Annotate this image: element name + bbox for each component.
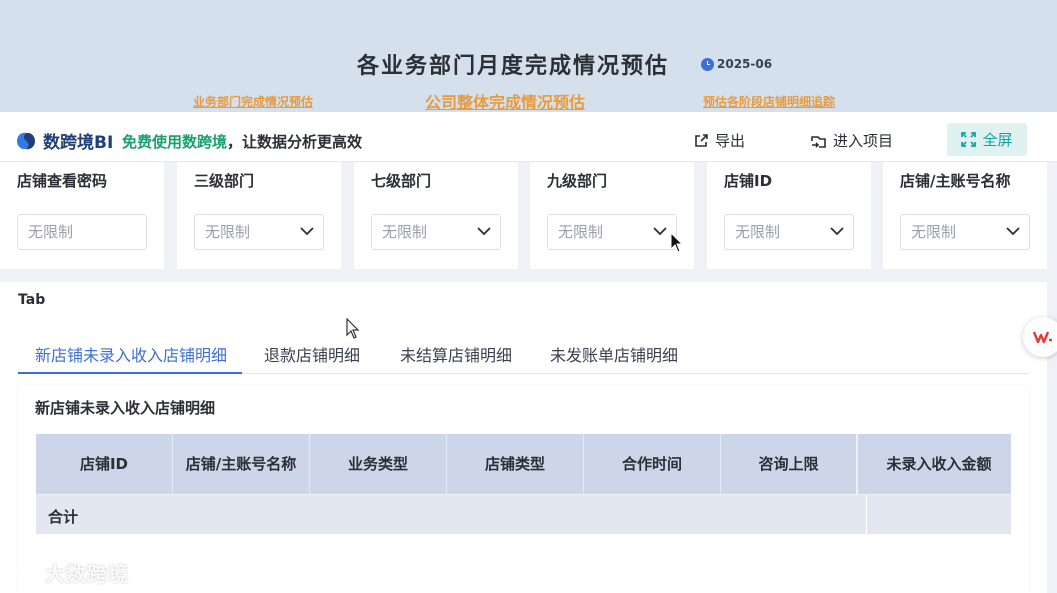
select-value: 无限制 (911, 223, 957, 241)
link-department-estimate[interactable]: 业务部门完成情况预估 (193, 93, 313, 110)
enter-project-button[interactable]: 进入项目 (810, 130, 893, 151)
filter-level7-department: 七级部门 无限制 (354, 162, 518, 269)
level7-department-select[interactable]: 无限制 (371, 214, 501, 250)
store-id-select[interactable]: 无限制 (724, 214, 854, 250)
filter-label: 九级部门 (547, 172, 608, 190)
video-watermark: 大数跨境 (9, 558, 129, 587)
filter-label: 七级部门 (371, 172, 432, 190)
column-header[interactable]: 合作时间 (584, 434, 721, 494)
detail-panel: 新店铺未录入收入店铺明细 店铺ID 店铺/主账号名称 业务类型 店铺类型 合作时… (18, 385, 1029, 593)
mouse-cursor-icon (670, 232, 684, 253)
filter-store-account-name: 店铺/主账号名称 无限制 (883, 162, 1047, 269)
watermark-text: 大数跨境 (45, 562, 129, 586)
select-value: 无限制 (558, 223, 604, 241)
wps-icon (1033, 331, 1052, 344)
tab-container: Tab 新店铺未录入收入店铺明细 退款店铺明细 未结算店铺明细 未发账单店铺明细… (0, 282, 1047, 593)
fullscreen-icon (961, 132, 977, 147)
logo-text: 数跨境BI (43, 133, 114, 153)
enter-project-label: 进入项目 (833, 132, 894, 150)
filter-store-id: 店铺ID 无限制 (707, 162, 871, 269)
column-header[interactable]: 店铺ID (36, 434, 173, 494)
table-header-row: 店铺ID 店铺/主账号名称 业务类型 店铺类型 合作时间 咨询上限 未录入收入金… (36, 434, 1011, 494)
filter-label: 三级部门 (194, 172, 255, 190)
enter-project-icon (811, 135, 826, 148)
chevron-down-icon (653, 227, 667, 236)
level9-department-select[interactable]: 无限制 (547, 214, 677, 250)
active-tab-indicator (18, 372, 242, 374)
column-header[interactable]: 店铺类型 (447, 434, 584, 494)
tab-unsettled-stores[interactable]: 未结算店铺明细 (400, 342, 512, 366)
panel-title: 新店铺未录入收入店铺明细 (35, 399, 216, 417)
date-value: 2025-06 (717, 57, 773, 71)
chevron-down-icon (477, 227, 491, 236)
watermark-logo-icon (9, 563, 45, 582)
report-date: 2025-06 (701, 57, 772, 71)
chevron-down-icon (300, 227, 314, 236)
chevron-down-icon (830, 227, 844, 236)
tab-new-store-unrecorded[interactable]: 新店铺未录入收入店铺明细 (35, 342, 227, 366)
fullscreen-label: 全屏 (982, 131, 1013, 149)
level3-department-select[interactable]: 无限制 (194, 214, 324, 250)
promo-text[interactable]: 免费使用数跨境，让数据分析更高效 (122, 131, 362, 152)
column-header[interactable]: 业务类型 (310, 434, 447, 494)
promo-rest: ，让数据分析更高效 (227, 133, 363, 151)
fullscreen-button[interactable]: 全屏 (947, 123, 1027, 156)
select-value: 无限制 (735, 223, 781, 241)
select-value: 无限制 (205, 223, 251, 241)
select-value: 无限制 (382, 223, 428, 241)
column-header[interactable]: 未录入收入金额 (867, 434, 1011, 494)
filter-level3-department: 三级部门 无限制 (177, 162, 341, 269)
export-icon (695, 133, 708, 147)
chevron-down-icon (1006, 227, 1020, 236)
filter-store-password: 店铺查看密码 无限制 (0, 162, 164, 269)
table-total-row: 合计 (36, 494, 1011, 535)
tab-unbilled-stores[interactable]: 未发账单店铺明细 (550, 342, 678, 366)
link-store-tracking[interactable]: 预估各阶段店铺明细追踪 (703, 93, 835, 110)
store-password-input[interactable]: 无限制 (17, 214, 147, 250)
clock-icon (701, 57, 714, 71)
page-title: 各业务部门月度完成情况预估 (357, 54, 670, 79)
total-label: 合计 (48, 508, 79, 526)
promo-free: 免费使用数跨境 (122, 133, 228, 151)
filter-label: 店铺ID (724, 172, 773, 190)
wps-float-button[interactable] (1023, 317, 1057, 357)
brand-logo[interactable]: 数跨境BI (14, 128, 113, 153)
logo-icon (14, 130, 38, 152)
column-header[interactable]: 店铺/主账号名称 (173, 434, 310, 494)
store-account-name-select[interactable]: 无限制 (900, 214, 1030, 250)
export-button[interactable]: 导出 (693, 130, 745, 151)
mouse-cursor-outline-icon (346, 318, 360, 339)
column-header[interactable]: 咨询上限 (721, 434, 858, 494)
column-divider (866, 495, 867, 535)
tab-section-label: Tab (18, 292, 46, 308)
export-label: 导出 (715, 132, 746, 150)
filter-label: 店铺查看密码 (17, 172, 108, 190)
tab-bar: 新店铺未录入收入店铺明细 退款店铺明细 未结算店铺明细 未发账单店铺明细 (18, 330, 1029, 374)
filter-label: 店铺/主账号名称 (900, 172, 1011, 190)
tab-refund-stores[interactable]: 退款店铺明细 (264, 342, 360, 366)
link-company-estimate[interactable]: 公司整体完成情况预估 (425, 89, 585, 113)
